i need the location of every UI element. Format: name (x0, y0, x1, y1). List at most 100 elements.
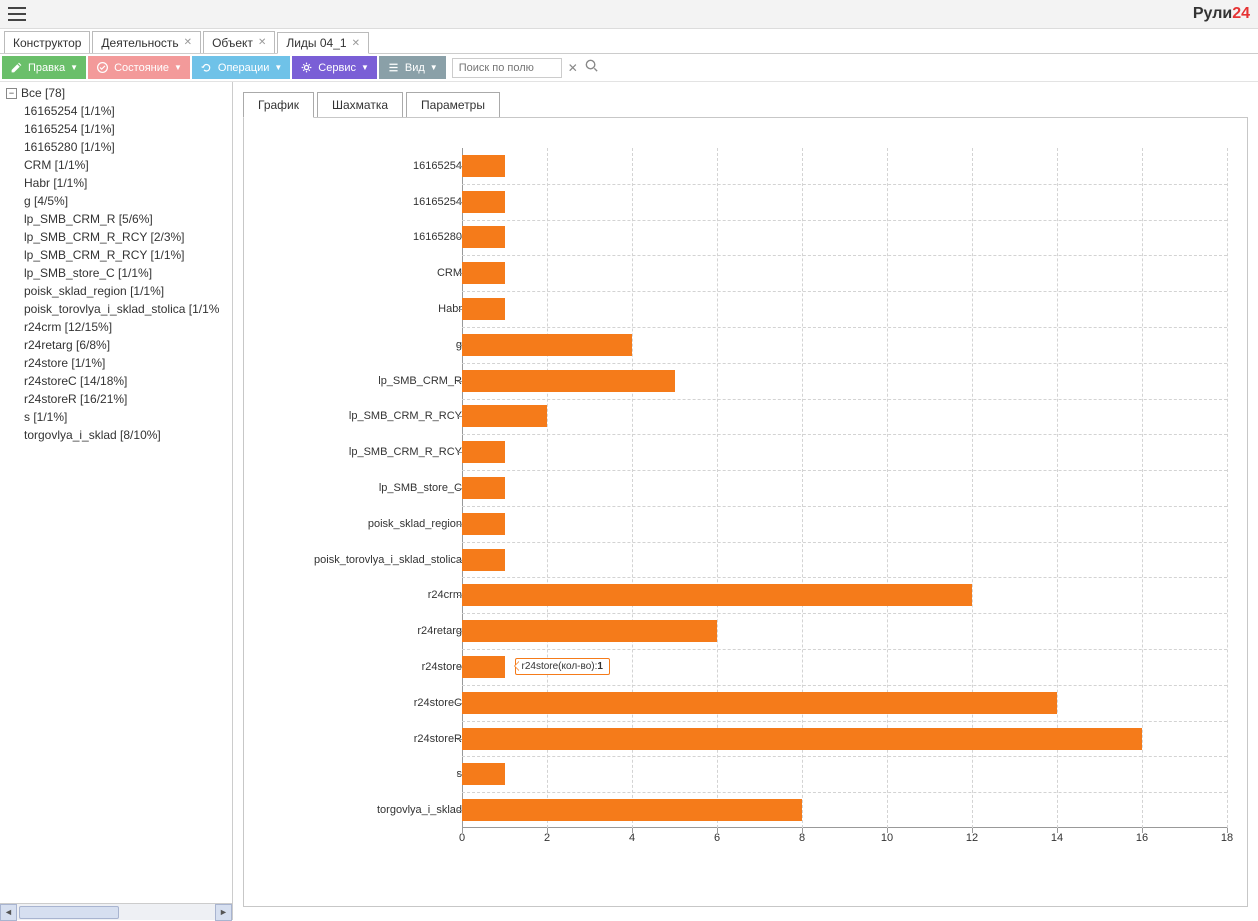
grid-line (462, 649, 1227, 650)
tab-label: Объект (212, 36, 253, 50)
button-label: Правка (28, 62, 65, 74)
grid-line (547, 148, 548, 828)
grid-line (462, 220, 1227, 221)
search-icon[interactable] (584, 58, 599, 77)
chart-bar[interactable] (462, 799, 802, 821)
pencil-icon (10, 61, 23, 74)
tree-item[interactable]: lp_SMB_CRM_R_RCY [1/1%] (20, 246, 230, 264)
chart-bar[interactable] (462, 298, 505, 320)
y-tick-label: lp_SMB_store_C (379, 482, 462, 494)
clear-search-icon[interactable]: ✕ (564, 61, 582, 75)
tree-item[interactable]: 16165254 [1/1%] (20, 102, 230, 120)
tree-item[interactable]: poisk_sklad_region [1/1%] (20, 282, 230, 300)
tree-item[interactable]: CRM [1/1%] (20, 156, 230, 174)
chart-bar[interactable] (462, 405, 547, 427)
scroll-thumb[interactable] (19, 906, 119, 919)
y-tick-label: r24retarg (417, 625, 462, 637)
chart-bar[interactable] (462, 763, 505, 785)
grid-line (462, 291, 1227, 292)
grid-line (462, 255, 1227, 256)
tree-root[interactable]: − Все [78] (2, 84, 230, 102)
tree-root-label: Все [78] (21, 86, 65, 100)
horizontal-scrollbar[interactable]: ◄ ► (0, 903, 232, 920)
chart-bar[interactable] (462, 620, 717, 642)
chart-bar[interactable] (462, 155, 505, 177)
grid-line (802, 148, 803, 828)
chart-bar[interactable] (462, 549, 505, 571)
close-icon[interactable]: ✕ (184, 37, 192, 48)
search-input[interactable] (452, 58, 562, 78)
tree-item[interactable]: lp_SMB_CRM_R_RCY [2/3%] (20, 228, 230, 246)
tab-label: Лиды 04_1 (286, 36, 346, 50)
tree-item[interactable]: g [4/5%] (20, 192, 230, 210)
state-button[interactable]: Состояние ▼ (88, 56, 190, 79)
grid-line (632, 148, 633, 828)
button-label: Операции (218, 62, 269, 74)
chart-bar[interactable] (462, 692, 1057, 714)
view-button[interactable]: Вид ▼ (379, 56, 446, 79)
tree-item[interactable]: r24retarg [6/8%] (20, 336, 230, 354)
x-tick-label: 16 (1136, 832, 1148, 844)
chevron-down-icon: ▼ (70, 63, 78, 72)
grid-line (462, 542, 1227, 543)
chart-container: 161652541616525416165280CRMHabrglp_SMB_C… (243, 117, 1248, 907)
grid-line (462, 613, 1227, 614)
tree-item[interactable]: s [1/1%] (20, 408, 230, 426)
tab-params[interactable]: Параметры (406, 92, 500, 118)
tree-item[interactable]: r24store [1/1%] (20, 354, 230, 372)
chart-bar[interactable] (462, 584, 972, 606)
tab-chart[interactable]: График (243, 92, 314, 118)
tree-item[interactable]: torgovlya_i_sklad [8/10%] (20, 426, 230, 444)
x-tick-label: 2 (544, 832, 550, 844)
grid-line (462, 363, 1227, 364)
scroll-track[interactable] (17, 905, 215, 920)
y-tick-label: poisk_torovlya_i_sklad_stolica (314, 554, 462, 566)
tab-chess[interactable]: Шахматка (317, 92, 403, 118)
tree-item[interactable]: 16165280 [1/1%] (20, 138, 230, 156)
service-button[interactable]: Сервис ▼ (292, 56, 377, 79)
chart-bar[interactable] (462, 441, 505, 463)
tree-item[interactable]: 16165254 [1/1%] (20, 120, 230, 138)
tab-object[interactable]: Объект ✕ (203, 31, 275, 53)
y-tick-label: r24storeC (414, 697, 462, 709)
button-label: Состояние (114, 62, 169, 74)
chart-bar[interactable] (462, 656, 505, 678)
tree-item[interactable]: Habr [1/1%] (20, 174, 230, 192)
chart-bar[interactable] (462, 477, 505, 499)
close-icon[interactable]: ✕ (258, 37, 266, 48)
tree-item[interactable]: r24crm [12/15%] (20, 318, 230, 336)
tree-item[interactable]: r24storeR [16/21%] (20, 390, 230, 408)
tab-constructor[interactable]: Конструктор (4, 31, 90, 53)
chart-bar[interactable] (462, 334, 632, 356)
tab-leads[interactable]: Лиды 04_1 ✕ (277, 32, 369, 54)
scroll-right-icon[interactable]: ► (215, 904, 232, 921)
sidebar: − Все [78] 16165254 [1/1%]16165254 [1/1%… (0, 82, 233, 920)
menu-icon[interactable] (8, 7, 26, 21)
chart-bar[interactable] (462, 370, 675, 392)
operations-button[interactable]: Операции ▼ (192, 56, 290, 79)
tree-item[interactable]: lp_SMB_CRM_R [5/6%] (20, 210, 230, 228)
grid-line (462, 577, 1227, 578)
chart-bar[interactable] (462, 513, 505, 535)
tab-label: Деятельность (101, 36, 178, 50)
tree-item[interactable]: lp_SMB_store_C [1/1%] (20, 264, 230, 282)
collapse-icon[interactable]: − (6, 88, 17, 99)
tab-activity[interactable]: Деятельность ✕ (92, 31, 201, 53)
tree-item[interactable]: poisk_torovlya_i_sklad_stolica [1/1% (20, 300, 230, 318)
chart-bar[interactable] (462, 728, 1142, 750)
tab-label: Конструктор (13, 36, 81, 50)
grid-line (1142, 148, 1143, 828)
chevron-down-icon: ▼ (361, 63, 369, 72)
grid-line (462, 434, 1227, 435)
grid-line (887, 148, 888, 828)
edit-button[interactable]: Правка ▼ (2, 56, 86, 79)
grid-line (462, 327, 1227, 328)
chart-bar[interactable] (462, 226, 505, 248)
chart-bar[interactable] (462, 262, 505, 284)
tree-item[interactable]: r24storeC [14/18%] (20, 372, 230, 390)
close-icon[interactable]: ✕ (352, 38, 360, 49)
scroll-left-icon[interactable]: ◄ (0, 904, 17, 921)
chart-bar[interactable] (462, 191, 505, 213)
grid-line (462, 399, 1227, 400)
y-tick-label: lp_SMB_CRM_R_RCY (349, 410, 462, 422)
